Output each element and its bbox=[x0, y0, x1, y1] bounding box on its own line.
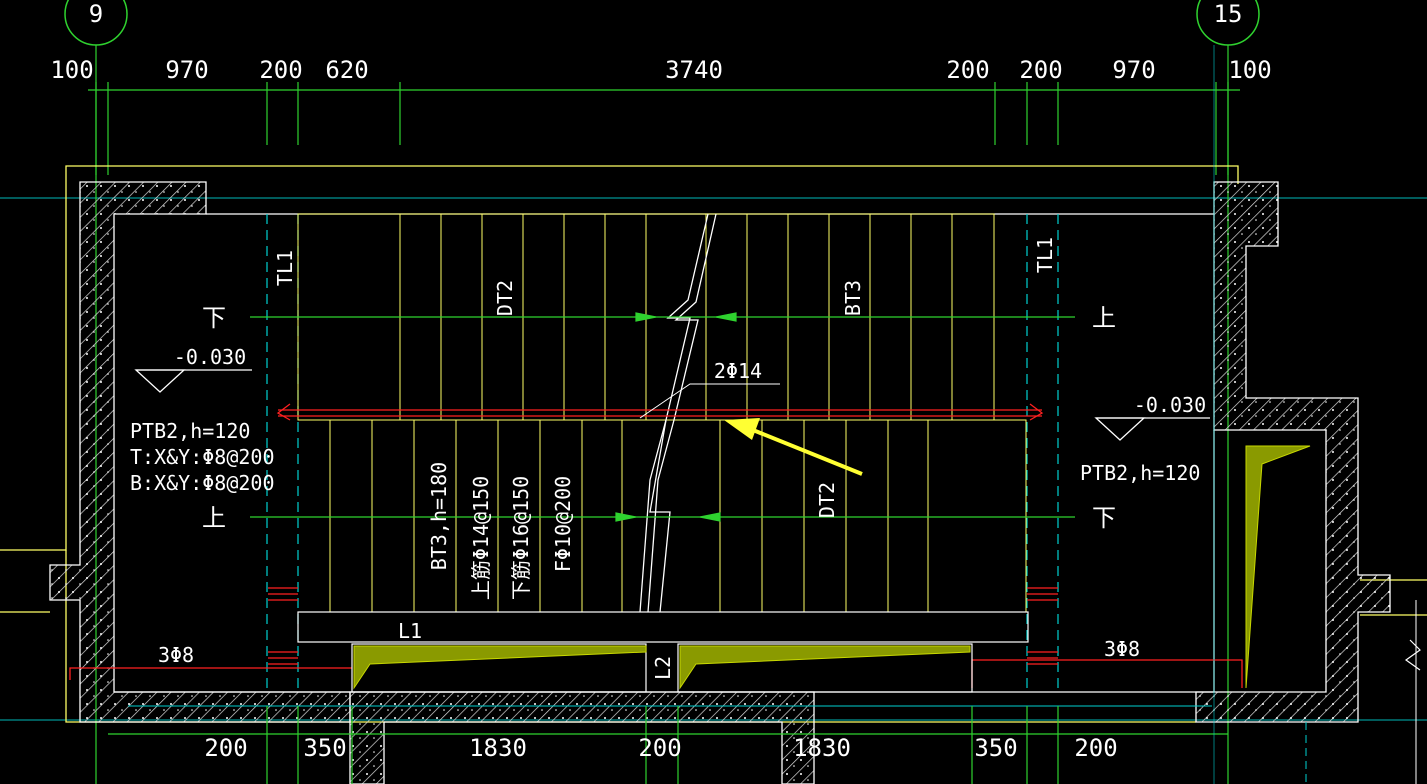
label-up-lower: 上 bbox=[202, 504, 226, 532]
walk-lines bbox=[250, 312, 1075, 522]
level-symbol-left bbox=[134, 369, 252, 393]
label-level-left: -0.030 bbox=[174, 345, 246, 369]
level-symbol-right bbox=[1094, 417, 1210, 441]
label-level-right: -0.030 bbox=[1134, 393, 1206, 417]
label-bt3-bottom-rebar: 下筋Φ16@150 bbox=[509, 476, 533, 600]
label-bt3-top-rebar: 上筋Φ14@150 bbox=[469, 476, 493, 600]
label-tl1-left: TL1 bbox=[273, 250, 297, 286]
dim-text: 350 bbox=[974, 734, 1017, 762]
label-down-upper: 下 bbox=[202, 304, 226, 332]
top-dimension-line bbox=[88, 82, 1240, 175]
label-l2: L2 bbox=[651, 656, 675, 680]
dim-text: 970 bbox=[165, 56, 208, 84]
dim-text: 3740 bbox=[665, 56, 723, 84]
break-symbol-right bbox=[1404, 639, 1421, 671]
label-ptb2-right: PTB2,h=120 bbox=[1080, 461, 1200, 485]
label-bt3-thickness: BT3,h=180 bbox=[427, 462, 451, 570]
label-tl1-right: TL1 bbox=[1033, 237, 1057, 273]
label-dt2-lower: DT2 bbox=[815, 482, 839, 518]
label-bt3-upper: BT3 bbox=[841, 280, 865, 316]
cad-drawing-canvas[interactable]: 9 15 100 970 200 620 3740 200 200 970 10… bbox=[0, 0, 1427, 784]
axis-label-right: 15 bbox=[1214, 0, 1243, 28]
label-3phi8-right: 3Φ8 bbox=[1104, 637, 1140, 661]
label-down-lower: 下 bbox=[1092, 504, 1116, 532]
label-dt2-upper: DT2 bbox=[493, 280, 517, 316]
dim-text: 200 bbox=[204, 734, 247, 762]
dim-text: 200 bbox=[946, 56, 989, 84]
dim-text: 620 bbox=[325, 56, 368, 84]
label-ptb2-bottom-rebar: B:X&Y:Φ8@200 bbox=[130, 471, 275, 495]
dim-text: 970 bbox=[1112, 56, 1155, 84]
dim-text: 200 bbox=[638, 734, 681, 762]
label-ptb2-left: PTB2,h=120 bbox=[130, 419, 250, 443]
label-ptb2-top-rebar: T:X&Y:Φ8@200 bbox=[130, 445, 275, 469]
leader-2phi14 bbox=[639, 383, 780, 419]
dim-text: 200 bbox=[1074, 734, 1117, 762]
dim-text: 1830 bbox=[793, 734, 851, 762]
dim-text: 200 bbox=[1019, 56, 1062, 84]
dim-text: 100 bbox=[50, 56, 93, 84]
dim-text: 350 bbox=[303, 734, 346, 762]
centerlines bbox=[266, 214, 1059, 692]
dim-text: 100 bbox=[1228, 56, 1271, 84]
label-l1: L1 bbox=[398, 619, 422, 643]
axis-label-left: 9 bbox=[89, 0, 103, 28]
bottom-dimension-texts: 200 350 1830 200 1830 350 200 bbox=[204, 734, 1117, 762]
break-lines bbox=[639, 213, 717, 613]
top-dimension-texts: 100 970 200 620 3740 200 200 970 100 bbox=[50, 56, 1271, 84]
label-up-upper: 上 bbox=[1092, 304, 1116, 332]
dim-text: 1830 bbox=[469, 734, 527, 762]
label-2phi14: 2Φ14 bbox=[714, 359, 762, 383]
label-3phi8-left: 3Φ8 bbox=[158, 643, 194, 667]
label-bt3-distribution-rebar: FΦ10@200 bbox=[551, 476, 575, 572]
dim-text: 200 bbox=[259, 56, 302, 84]
building-outline bbox=[0, 165, 1427, 723]
highlight-arrow bbox=[724, 418, 863, 476]
